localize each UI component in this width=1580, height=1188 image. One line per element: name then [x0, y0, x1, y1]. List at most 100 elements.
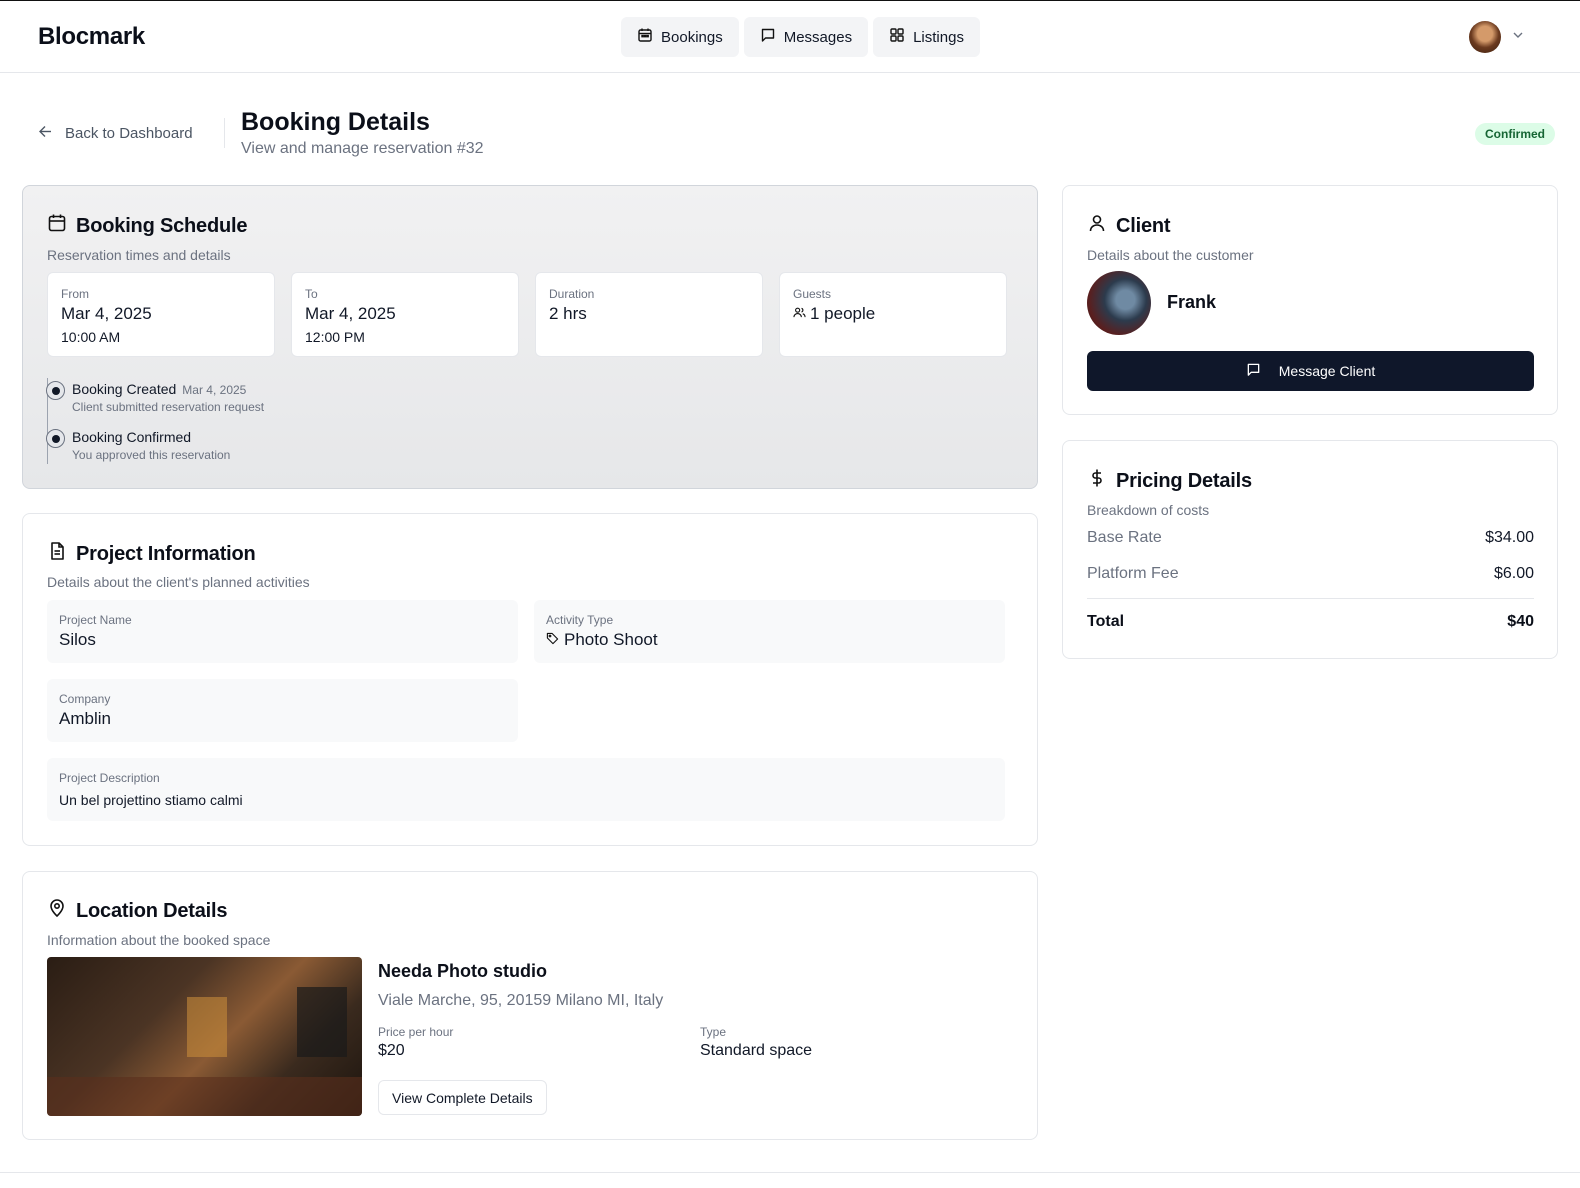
project-information-description: Details about the client's planned activ…: [47, 574, 310, 590]
project-name-value: Silos: [59, 630, 96, 649]
from-label: From: [61, 287, 89, 301]
price-total-label: Total: [1087, 613, 1125, 630]
price-row: Base Rate $34.00: [1087, 529, 1534, 547]
from-date: Mar 4, 2025: [61, 304, 152, 323]
app-header: Blocmark Bookings Messages Listings: [0, 1, 1580, 73]
status-badge: Confirmed: [1475, 123, 1555, 145]
timeline-description: Client submitted reservation request: [72, 400, 265, 414]
project-name-label: Project Name: [59, 613, 132, 627]
timeline-dot: [46, 429, 65, 448]
company-label: Company: [59, 692, 111, 706]
guests-stat: Guests 1 people: [779, 272, 1007, 357]
nav-bookings-label: Bookings: [661, 28, 723, 46]
project-name-field: Project Name Silos: [47, 600, 518, 663]
project-information-heading: Project Information: [76, 542, 256, 565]
activity-type-row: Photo Shoot: [546, 630, 993, 650]
project-information-title: Project Information: [47, 541, 256, 567]
to-date: Mar 4, 2025: [305, 304, 396, 323]
project-information-card: Project Information Details about the cl…: [22, 513, 1038, 846]
message-client-label: Message Client: [1278, 363, 1376, 379]
timeline-date: Mar 4, 2025: [182, 383, 247, 397]
back-to-dashboard-link[interactable]: Back to Dashboard: [38, 124, 193, 143]
client-heading: Client: [1116, 214, 1171, 237]
pricing-details-heading: Pricing Details: [1116, 469, 1252, 492]
map-pin-icon: [47, 898, 67, 924]
company-field: Company Amblin: [47, 679, 518, 742]
client-name: Frank: [1167, 292, 1217, 312]
location-address: Viale Marche, 95, 20159 Milano MI, Italy: [378, 992, 664, 1009]
timeline-title: Booking Confirmed: [72, 429, 192, 445]
nav-bookings[interactable]: Bookings: [621, 17, 739, 57]
to-time: 12:00 PM: [305, 329, 365, 345]
user-menu[interactable]: [1469, 21, 1525, 53]
chevron-down-icon[interactable]: [1511, 28, 1525, 47]
booking-schedule-description: Reservation times and details: [47, 247, 231, 263]
location-details-card: Location Details Information about the b…: [22, 871, 1038, 1140]
booking-schedule-heading: Booking Schedule: [76, 214, 248, 237]
company-value: Amblin: [59, 709, 111, 728]
from-stat: From Mar 4, 2025 10:00 AM: [47, 272, 275, 357]
user-avatar[interactable]: [1469, 21, 1501, 53]
price-per-hour-label: Price per hour: [378, 1025, 454, 1039]
client-title: Client: [1087, 213, 1171, 239]
duration-label: Duration: [549, 287, 595, 301]
from-time: 10:00 AM: [61, 329, 121, 345]
client-card: Client Details about the customer Frank …: [1062, 185, 1558, 415]
back-label: Back to Dashboard: [65, 125, 193, 142]
space-type-value: Standard space: [700, 1042, 813, 1059]
document-icon: [47, 541, 67, 567]
message-client-button[interactable]: Message Client: [1087, 351, 1534, 391]
dollar-icon: [1087, 468, 1107, 494]
price-total-value: $40: [1507, 613, 1534, 630]
activity-type-field: Activity Type Photo Shoot: [534, 600, 1005, 663]
booking-schedule-title: Booking Schedule: [47, 213, 247, 239]
page-subtitle: View and manage reservation #32: [241, 140, 484, 157]
header-divider: [224, 118, 225, 148]
space-type-label: Type: [700, 1025, 727, 1039]
price-row-label: Platform Fee: [1087, 565, 1179, 582]
users-icon: [793, 304, 806, 324]
nav-messages-label: Messages: [783, 28, 853, 46]
brand-logo[interactable]: Blocmark: [38, 23, 145, 51]
duration-value: 2 hrs: [549, 304, 587, 323]
activity-type-label: Activity Type: [546, 613, 614, 627]
main-nav: Bookings Messages Listings: [621, 17, 980, 57]
calendar-icon: [47, 213, 67, 239]
guests-label: Guests: [793, 287, 832, 301]
duration-stat: Duration 2 hrs: [535, 272, 763, 357]
timeline-head: Booking Confirmed: [72, 429, 191, 445]
location-photo[interactable]: [47, 957, 362, 1116]
project-description-field: Project Description Un bel projettino st…: [47, 758, 1005, 821]
grid-icon: [889, 27, 905, 47]
price-row: Platform Fee $6.00: [1087, 565, 1534, 583]
client-avatar: [1087, 271, 1151, 335]
guests-value-row: 1 people: [793, 304, 993, 324]
nav-listings[interactable]: Listings: [873, 17, 980, 57]
arrow-left-icon: [38, 124, 53, 143]
to-label: To: [305, 287, 318, 301]
project-description-label: Project Description: [59, 771, 160, 785]
timeline-description: You approved this reservation: [72, 448, 231, 462]
project-description-value: Un bel projettino stiamo calmi: [59, 792, 243, 808]
guests-value: 1 people: [810, 304, 876, 323]
activity-type-value: Photo Shoot: [564, 630, 658, 649]
calendar-icon: [637, 27, 653, 47]
message-icon: [760, 27, 776, 47]
pricing-details-card: Pricing Details Breakdown of costs Base …: [1062, 440, 1558, 659]
timeline-title: Booking Created: [72, 381, 177, 397]
booking-schedule-card: Booking Schedule Reservation times and d…: [22, 185, 1038, 489]
location-name: Needa Photo studio: [378, 961, 548, 981]
timeline-dot: [46, 381, 65, 400]
pricing-details-description: Breakdown of costs: [1087, 502, 1210, 518]
user-icon: [1087, 213, 1107, 239]
to-stat: To Mar 4, 2025 12:00 PM: [291, 272, 519, 357]
location-details-description: Information about the booked space: [47, 932, 271, 948]
view-complete-details-button[interactable]: View Complete Details: [378, 1080, 547, 1115]
price-per-hour: Price per hour $20: [378, 1025, 453, 1060]
nav-messages[interactable]: Messages: [743, 17, 869, 57]
price-row-value: $34.00: [1485, 529, 1534, 546]
nav-listings-label: Listings: [913, 28, 964, 46]
price-total-row: Total $40: [1087, 613, 1534, 631]
price-row-value: $6.00: [1493, 565, 1534, 582]
footer-divider: [0, 1172, 1580, 1173]
